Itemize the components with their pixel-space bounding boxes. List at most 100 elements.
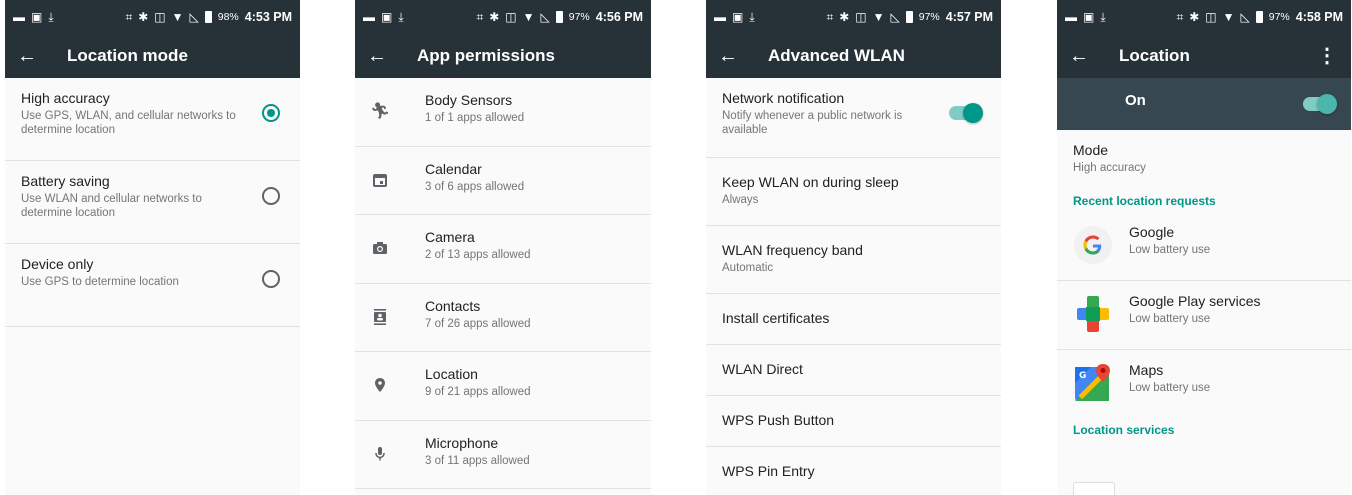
microphone-icon xyxy=(369,443,391,465)
wifi-icon: ▼ xyxy=(171,10,184,24)
svg-text:G: G xyxy=(1079,371,1086,381)
message-icon: ▬ xyxy=(714,10,726,24)
permission-location[interactable]: Location 9 of 21 apps allowed xyxy=(355,352,651,421)
location-master-switch[interactable]: On xyxy=(1057,78,1351,130)
download-icon: ⤓ xyxy=(398,10,404,24)
back-arrow-icon[interactable]: ← xyxy=(367,46,403,66)
clock: 4:53 PM xyxy=(244,10,292,24)
status-bar: ▬ ▣ ⤓ ⌗ ✱ ◫ ▼ ◺ 97% 4:56 PM xyxy=(355,0,651,34)
app-usage: Low battery use xyxy=(1129,244,1211,256)
vibrate-icon: ◫ xyxy=(1205,10,1217,24)
app-row-google[interactable]: Google Low battery use xyxy=(1057,212,1351,281)
maps-icon: G xyxy=(1073,363,1113,403)
permission-contacts[interactable]: Contacts 7 of 26 apps allowed xyxy=(355,284,651,352)
setting-title: WLAN frequency band xyxy=(722,242,863,258)
app-bar: ← Location mode xyxy=(5,34,300,78)
mode-value: High accuracy xyxy=(1073,162,1146,174)
signal-icon: ◺ xyxy=(540,10,550,24)
setting-subtitle: Automatic xyxy=(722,262,774,274)
nfc-icon: ⌗ xyxy=(826,10,834,24)
option-battery-saving[interactable]: Battery saving Use WLAN and cellular net… xyxy=(5,161,300,244)
google-icon xyxy=(1073,225,1113,265)
radio-button[interactable] xyxy=(262,187,280,205)
back-arrow-icon[interactable]: ← xyxy=(718,46,754,66)
option-title: Battery saving xyxy=(21,173,110,189)
setting-keep-wlan-on[interactable]: Keep WLAN on during sleep Always xyxy=(706,158,1001,226)
app-bar: ← Advanced WLAN xyxy=(706,34,1001,78)
location-pin-icon xyxy=(369,374,391,396)
calendar-icon xyxy=(369,169,391,191)
radio-button-selected[interactable] xyxy=(262,104,280,122)
bluetooth-icon: ✱ xyxy=(489,10,500,24)
permission-title: Camera xyxy=(425,229,475,245)
gallery-icon: ▣ xyxy=(732,10,744,24)
permission-title: Location xyxy=(425,366,478,382)
mode-setting[interactable]: Mode High accuracy xyxy=(1057,130,1351,190)
option-title: High accuracy xyxy=(21,90,110,106)
permission-body-sensors[interactable]: 🏃︎ Body Sensors 1 of 1 apps allowed xyxy=(355,78,651,147)
signal-icon: ◺ xyxy=(1240,10,1250,24)
signal-icon: ◺ xyxy=(189,10,199,24)
toggle-knob xyxy=(963,103,983,123)
setting-wps-push-button[interactable]: WPS Push Button xyxy=(706,396,1001,447)
location-toggle[interactable] xyxy=(1303,94,1337,114)
message-icon: ▬ xyxy=(363,10,375,24)
nfc-icon: ⌗ xyxy=(476,10,484,24)
status-bar: ▬ ▣ ⤓ ⌗ ✱ ◫ ▼ ◺ 97% 4:57 PM xyxy=(706,0,1001,34)
app-row-maps[interactable]: G Maps Low battery use xyxy=(1057,350,1351,419)
vibrate-icon: ◫ xyxy=(154,10,166,24)
setting-wps-pin-entry[interactable]: WPS Pin Entry xyxy=(706,447,1001,495)
location-services-header: Location services xyxy=(1073,423,1175,437)
more-options-icon[interactable]: ⋮ xyxy=(1317,46,1337,66)
download-icon: ⤓ xyxy=(749,10,755,24)
wifi-icon: ▼ xyxy=(872,10,885,24)
battery-icon xyxy=(1255,11,1263,23)
page-title: App permissions xyxy=(417,46,555,65)
body-sensors-icon: 🏃︎ xyxy=(369,103,391,120)
network-notification-toggle[interactable] xyxy=(949,103,983,123)
setting-network-notification[interactable]: Network notification Notify whenever a p… xyxy=(706,78,1001,158)
permission-calendar[interactable]: Calendar 3 of 6 apps allowed xyxy=(355,147,651,215)
bluetooth-icon: ✱ xyxy=(1189,10,1200,24)
permission-count: 7 of 26 apps allowed xyxy=(425,317,531,330)
page-title: Location xyxy=(1119,46,1190,65)
bluetooth-icon: ✱ xyxy=(138,10,149,24)
option-subtitle: Use GPS, WLAN, and cellular networks to … xyxy=(21,110,236,136)
download-icon: ⤓ xyxy=(48,10,54,24)
contacts-icon xyxy=(369,306,391,328)
permission-count: 1 of 1 apps allowed xyxy=(425,112,525,124)
permission-microphone[interactable]: Microphone 3 of 11 apps allowed xyxy=(355,421,651,489)
option-device-only[interactable]: Device only Use GPS to determine locatio… xyxy=(5,244,300,327)
status-bar: ▬ ▣ ⤓ ⌗ ✱ ◫ ▼ ◺ 97% 4:58 PM xyxy=(1057,0,1351,34)
setting-title: Install certificates xyxy=(722,310,830,326)
radio-button[interactable] xyxy=(262,270,280,288)
nfc-icon: ⌗ xyxy=(125,10,133,24)
setting-wlan-direct[interactable]: WLAN Direct xyxy=(706,345,1001,396)
bluetooth-icon: ✱ xyxy=(839,10,850,24)
location-mode-screen: ▬ ▣ ⤓ ⌗ ✱ ◫ ▼ ◺ 98% 4:53 PM ← Location m… xyxy=(5,0,300,495)
setting-title: Network notification xyxy=(722,90,845,106)
back-arrow-icon[interactable]: ← xyxy=(1069,46,1105,66)
option-title: Device only xyxy=(21,256,94,272)
option-high-accuracy[interactable]: High accuracy Use GPS, WLAN, and cellula… xyxy=(5,78,300,161)
option-subtitle: Use WLAN and cellular networks to determ… xyxy=(21,193,202,219)
battery-percent: 98% xyxy=(217,11,239,23)
permission-count: 9 of 21 apps allowed xyxy=(425,386,531,398)
recent-requests-header: Recent location requests xyxy=(1073,194,1216,208)
setting-frequency-band[interactable]: WLAN frequency band Automatic xyxy=(706,226,1001,294)
back-arrow-icon[interactable]: ← xyxy=(17,46,53,66)
permission-title: Calendar xyxy=(425,160,482,177)
permission-title: Microphone xyxy=(425,434,499,451)
battery-percent: 97% xyxy=(568,11,590,23)
app-row-google-play-services[interactable]: Google Play services Low battery use xyxy=(1057,281,1351,350)
battery-icon xyxy=(905,11,913,23)
permission-camera[interactable]: Camera 2 of 13 apps allowed xyxy=(355,215,651,284)
app-usage: Low battery use xyxy=(1129,313,1211,325)
permission-count: 3 of 11 apps allowed xyxy=(425,454,530,467)
clock: 4:57 PM xyxy=(945,10,993,24)
location-screen: ▬ ▣ ⤓ ⌗ ✱ ◫ ▼ ◺ 97% 4:58 PM ← Location ⋮… xyxy=(1057,0,1351,495)
battery-percent: 97% xyxy=(1268,11,1290,23)
setting-install-certificates[interactable]: Install certificates xyxy=(706,294,1001,345)
clock: 4:58 PM xyxy=(1295,10,1343,24)
master-switch-label: On xyxy=(1125,92,1146,109)
